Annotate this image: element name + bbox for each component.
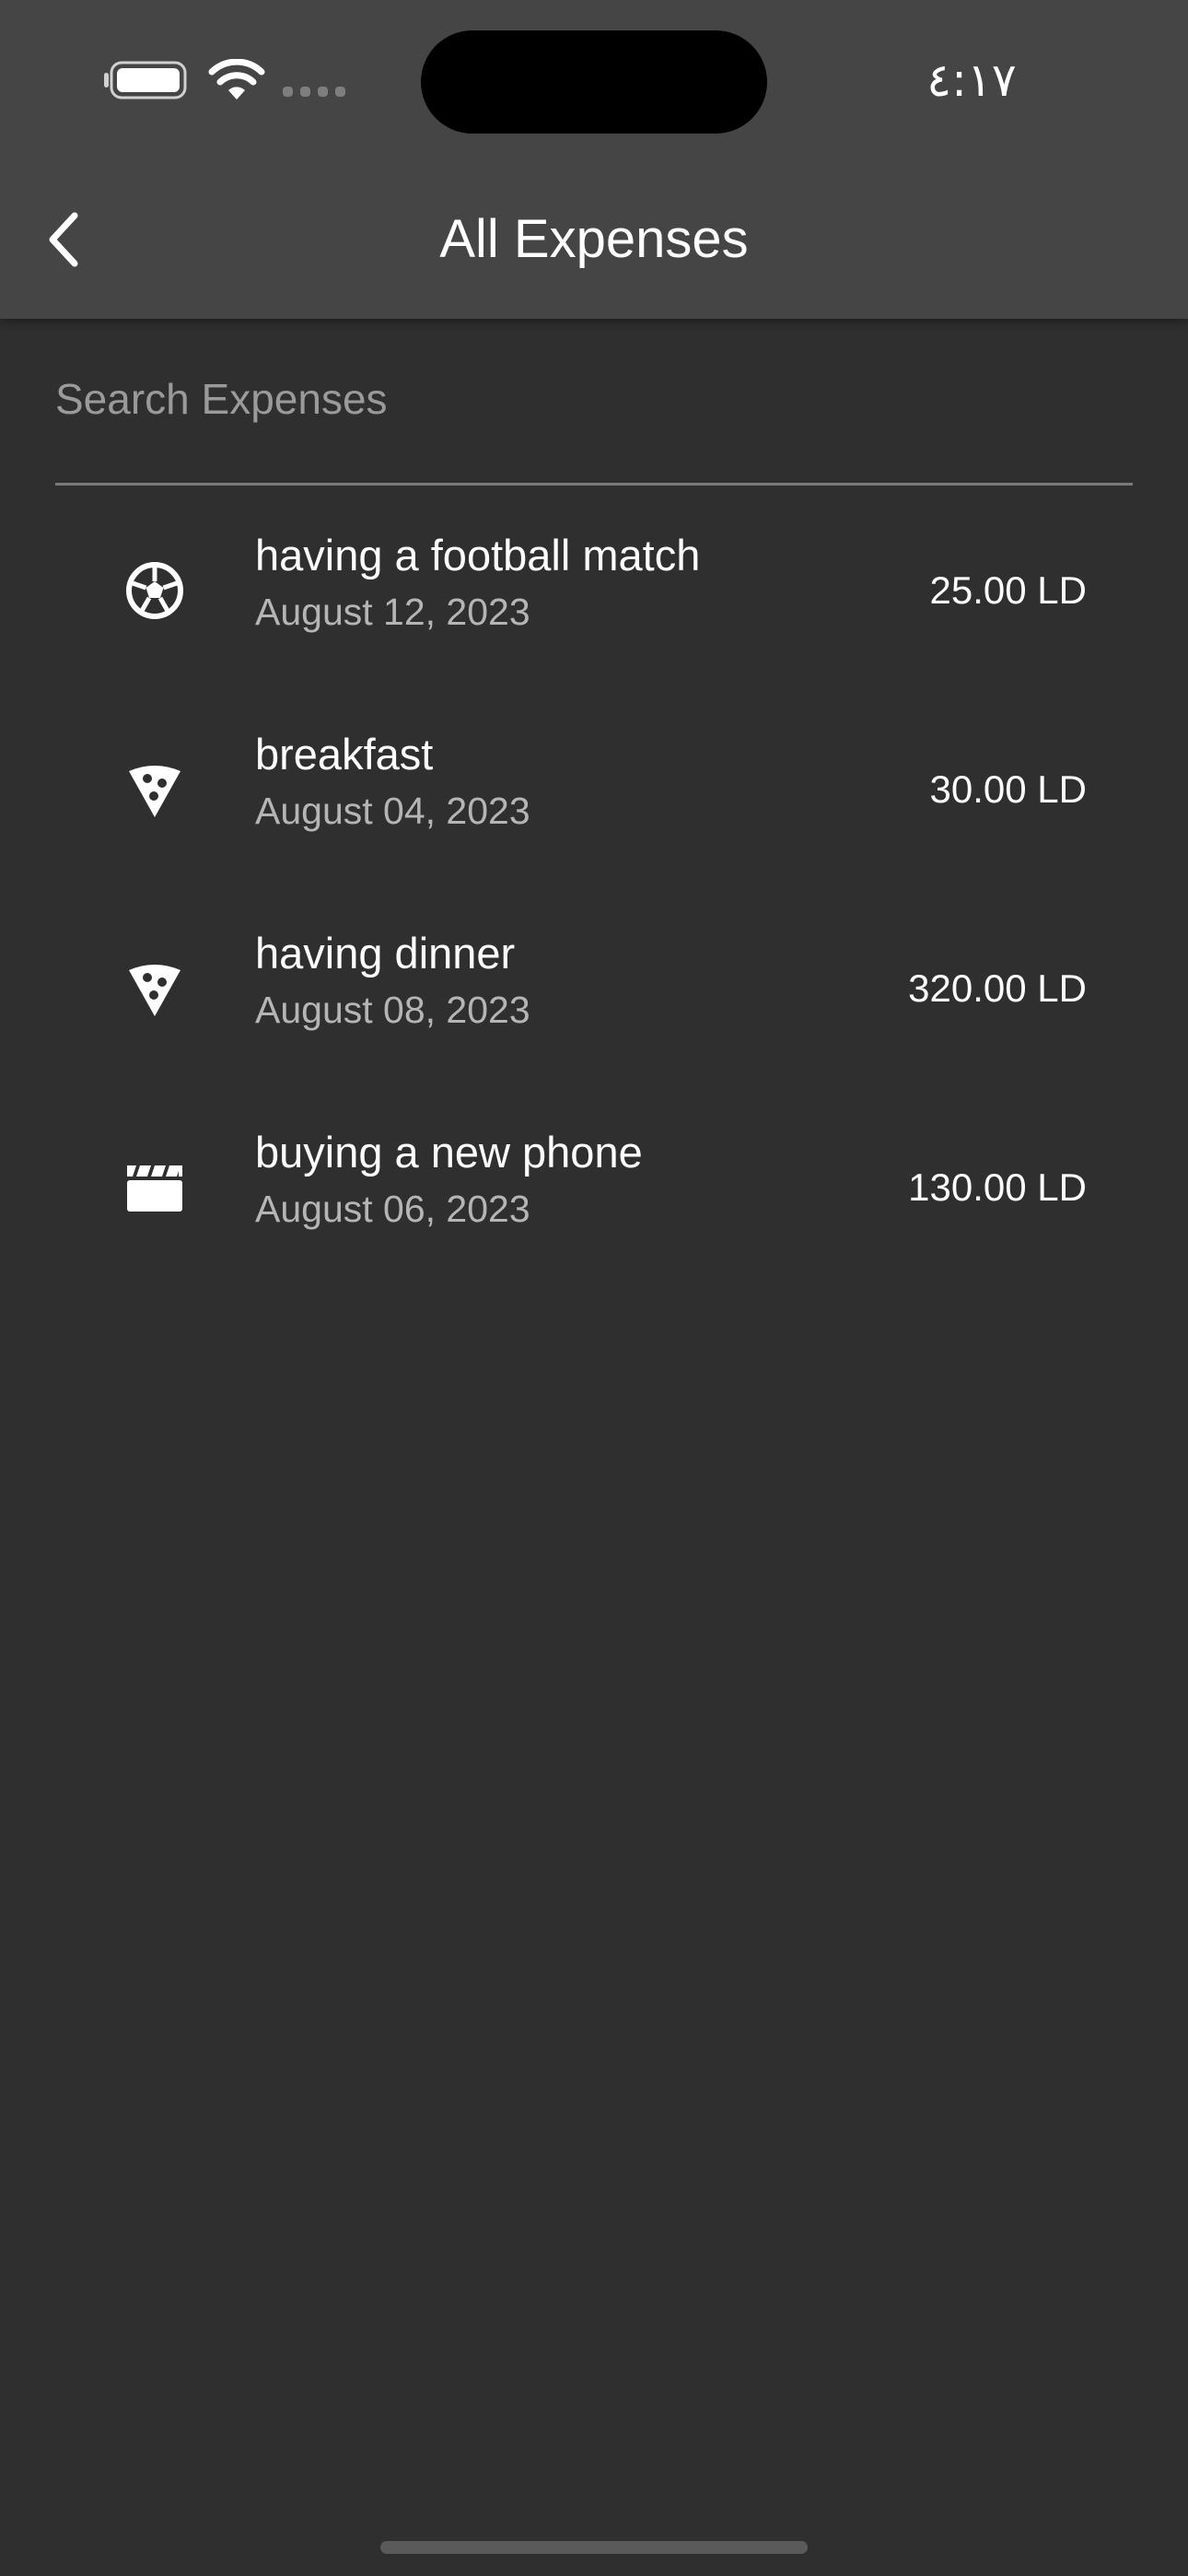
expense-title: having dinner — [255, 929, 516, 978]
expense-list-item[interactable]: having a football match August 12, 2023 … — [0, 493, 1188, 692]
expense-date: August 08, 2023 — [255, 989, 530, 1031]
search-field[interactable] — [55, 359, 1133, 486]
expense-list-item[interactable]: breakfast August 04, 2023 30.00 LD — [0, 692, 1188, 891]
expense-date: August 12, 2023 — [255, 591, 530, 633]
soccer-ball-icon — [126, 562, 183, 619]
status-time: ٤:١٧ — [926, 53, 1017, 107]
pizza-slice-icon — [129, 766, 181, 817]
expense-date: August 04, 2023 — [255, 790, 530, 832]
expense-amount: 320.00 LD — [908, 966, 1087, 1010]
expense-list: having a football match August 12, 2023 … — [0, 493, 1188, 1289]
battery-icon — [104, 61, 187, 100]
pizza-slice-icon — [129, 965, 181, 1016]
expense-list-item[interactable]: buying a new phone August 06, 2023 130.0… — [0, 1090, 1188, 1289]
expense-amount: 30.00 LD — [929, 767, 1087, 811]
status-bar: ٤:١٧ — [0, 0, 1188, 162]
search-input[interactable] — [55, 359, 1133, 439]
home-indicator[interactable] — [380, 2541, 808, 2554]
expense-title: having a football match — [255, 531, 701, 580]
expenses-screen: ٤:١٧ All Expenses having a football matc… — [0, 0, 1188, 2576]
dynamic-island — [421, 30, 767, 134]
page-title: All Expenses — [439, 209, 749, 269]
expense-list-item[interactable]: having dinner August 08, 2023 320.00 LD — [0, 891, 1188, 1090]
app-bar: ٤:١٧ All Expenses — [0, 0, 1188, 319]
clapperboard-icon — [127, 1165, 182, 1212]
expense-amount: 130.00 LD — [908, 1165, 1087, 1209]
expense-title: buying a new phone — [255, 1128, 643, 1177]
cellular-signal-icon — [283, 87, 345, 97]
expense-date: August 06, 2023 — [255, 1188, 530, 1230]
expense-amount: 25.00 LD — [929, 568, 1087, 612]
wifi-icon — [208, 59, 265, 100]
expense-title: breakfast — [255, 730, 434, 779]
